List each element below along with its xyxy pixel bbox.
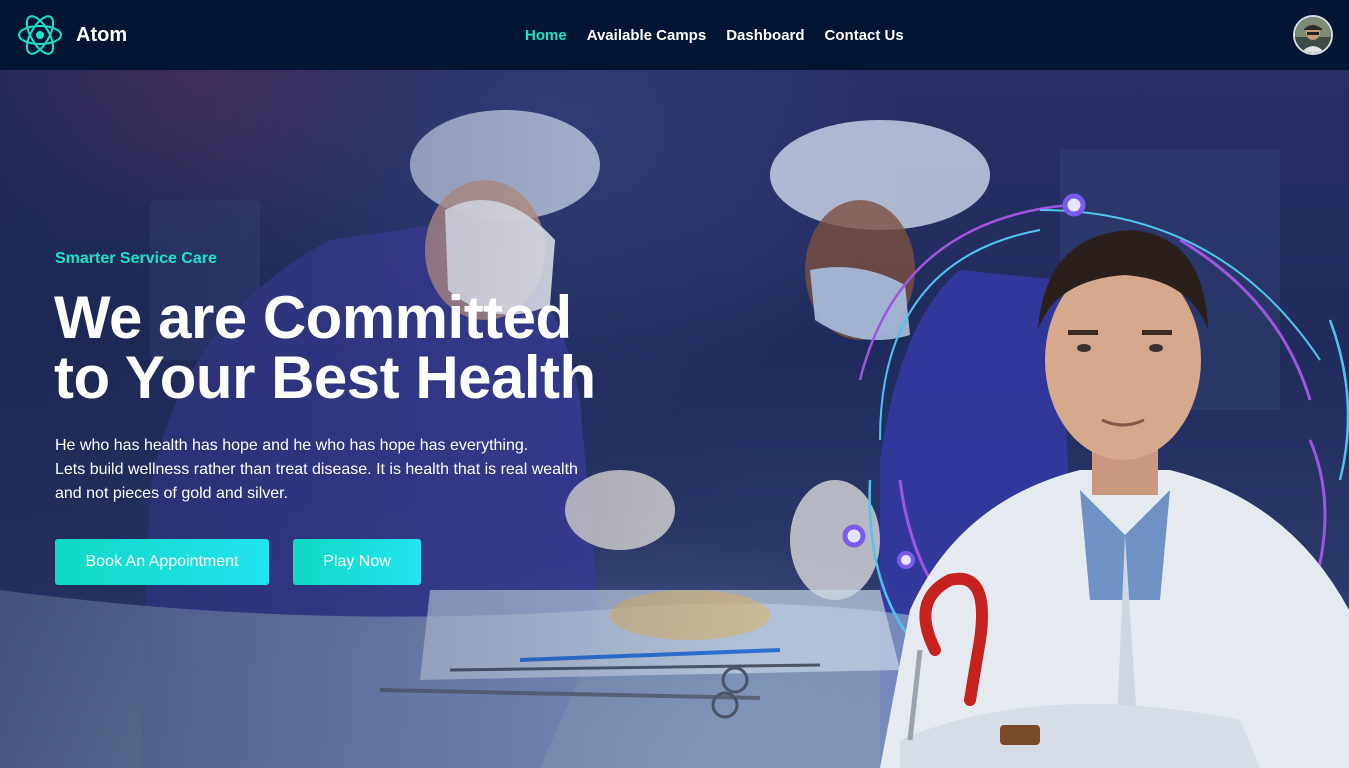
nav-item-home[interactable]: Home — [525, 27, 567, 44]
doctor-figure — [840, 180, 1349, 768]
book-appointment-button[interactable]: Book An Appointment — [55, 539, 269, 585]
hero-headline: We are Committed to Your Best Health — [54, 288, 694, 408]
navbar: Atom Home Available Camps Dashboard Cont… — [0, 0, 1349, 70]
hero-headline-line-1: We are Committed — [54, 284, 572, 351]
play-now-button[interactable]: Play Now — [293, 539, 421, 585]
brand-name: Atom — [76, 23, 128, 46]
hero-description-line-2: Lets build wellness rather than treat di… — [55, 461, 578, 478]
nav-links: Home Available Camps Dashboard Contact U… — [525, 0, 924, 70]
nav-item-contact-us[interactable]: Contact Us — [825, 27, 904, 44]
hero-headline-line-2: to Your Best Health — [54, 344, 596, 411]
nav-item-available-camps[interactable]: Available Camps — [587, 27, 707, 44]
hero-description-line-1: He who has health has hope and he who ha… — [55, 437, 529, 454]
user-avatar-image — [1295, 17, 1331, 53]
hero-tagline: Smarter Service Care — [55, 250, 217, 267]
nav-item-dashboard[interactable]: Dashboard — [726, 27, 804, 44]
hero-section: Smarter Service Care We are Committed to… — [0, 70, 1349, 768]
atom-icon — [18, 15, 62, 55]
doctor-with-rings-illustration — [842, 193, 1349, 768]
hero-description-line-3: and not pieces of gold and silver. — [55, 485, 289, 502]
hero-description: He who has health has hope and he who ha… — [55, 434, 615, 506]
user-avatar[interactable] — [1293, 15, 1333, 55]
brand[interactable]: Atom — [16, 11, 127, 59]
